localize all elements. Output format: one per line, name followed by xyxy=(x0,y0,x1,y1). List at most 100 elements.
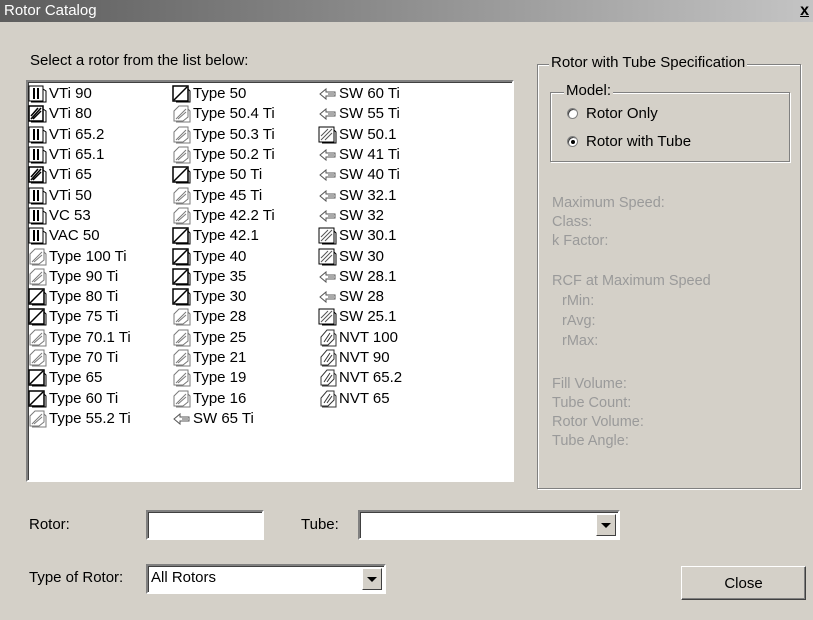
list-item[interactable]: Type 25 xyxy=(172,328,275,348)
list-item[interactable]: VC 53 xyxy=(28,206,131,226)
list-item-label: SW 60 Ti xyxy=(339,85,400,103)
list-item[interactable]: Type 90 Ti xyxy=(28,267,131,287)
list-item[interactable]: Type 16 xyxy=(172,388,275,408)
list-item[interactable]: SW 30 xyxy=(318,246,402,266)
radio-rotor-with-tube[interactable]: Rotor with Tube xyxy=(567,133,691,150)
list-item-label: VTi 65 xyxy=(49,166,92,184)
list-item[interactable]: NVT 90 xyxy=(318,348,402,368)
tube-dropdown-button[interactable] xyxy=(596,514,616,536)
rcf-title: RCF at Maximum Speed xyxy=(552,273,711,289)
rotor-vertical-icon xyxy=(28,227,48,245)
list-item[interactable]: SW 30.1 xyxy=(318,226,402,246)
max-speed-label: Maximum Speed: xyxy=(552,195,665,211)
list-item[interactable]: Type 50.3 Ti xyxy=(172,125,275,145)
chevron-down-icon xyxy=(601,522,611,528)
rotor-fixed-light-icon xyxy=(172,187,192,205)
list-item-label: Type 50 Ti xyxy=(193,166,263,184)
rotor-swing-box-icon xyxy=(318,308,338,326)
list-item[interactable]: VTi 80 xyxy=(28,104,131,124)
list-item[interactable]: VTi 65.2 xyxy=(28,125,131,145)
list-item[interactable]: SW 41 Ti xyxy=(318,145,402,165)
list-item[interactable]: SW 65 Ti xyxy=(172,409,275,429)
rotor-fixed-light-icon xyxy=(172,349,192,367)
list-item[interactable]: Type 50.2 Ti xyxy=(172,145,275,165)
list-item[interactable]: Type 55.2 Ti xyxy=(28,409,131,429)
list-item[interactable]: NVT 65 xyxy=(318,388,402,408)
list-item[interactable]: Type 40 xyxy=(172,246,275,266)
radio-rotor-only-dot xyxy=(567,108,578,119)
rotor-near-vertical-icon xyxy=(318,349,338,367)
type-of-rotor-value: All Rotors xyxy=(151,569,217,586)
close-button[interactable]: Close xyxy=(681,566,806,600)
list-item[interactable]: Type 42.1 xyxy=(172,226,275,246)
list-item[interactable]: Type 65 xyxy=(28,368,131,388)
list-item[interactable]: Type 30 xyxy=(172,287,275,307)
rotor-near-vertical-icon xyxy=(318,329,338,347)
list-item[interactable]: Type 50 Ti xyxy=(172,165,275,185)
list-item-label: Type 70.1 Ti xyxy=(49,328,131,346)
list-item[interactable]: Type 21 xyxy=(172,348,275,368)
list-item[interactable]: SW 50.1 xyxy=(318,125,402,145)
rotor-column-1: VTi 90 VTi 80 VTi 65.2 VTi 65.1 VTi 65 VTi 50… xyxy=(28,84,131,429)
list-item[interactable]: Type 50 xyxy=(172,84,275,104)
list-item[interactable]: SW 25.1 xyxy=(318,307,402,327)
tube-select[interactable] xyxy=(358,510,620,540)
rmax-label: rMax: xyxy=(562,333,599,349)
rotor-swing-icon xyxy=(318,146,338,164)
radio-rotor-only[interactable]: Rotor Only xyxy=(567,105,658,122)
list-item[interactable]: Type 60 Ti xyxy=(28,388,131,408)
list-item[interactable]: NVT 100 xyxy=(318,328,402,348)
list-item[interactable]: VTi 65 xyxy=(28,165,131,185)
close-icon[interactable]: x xyxy=(800,0,809,22)
list-item[interactable]: SW 55 Ti xyxy=(318,104,402,124)
rmin-label: rMin: xyxy=(562,293,595,309)
list-item[interactable]: NVT 65.2 xyxy=(318,368,402,388)
type-dropdown-button[interactable] xyxy=(362,568,382,590)
rotor-swing-icon xyxy=(318,166,338,184)
list-item-label: Type 42.2 Ti xyxy=(193,206,275,224)
rotor-vertical-icon xyxy=(28,126,48,144)
list-item[interactable]: VTi 90 xyxy=(28,84,131,104)
model-group-title: Model: xyxy=(564,82,614,99)
list-item[interactable]: Type 19 xyxy=(172,368,275,388)
list-item-label: VTi 50 xyxy=(49,186,92,204)
rotor-fixed-light-icon xyxy=(28,349,48,367)
list-item[interactable]: Type 45 Ti xyxy=(172,185,275,205)
list-item[interactable]: VTi 50 xyxy=(28,185,131,205)
list-item[interactable]: SW 60 Ti xyxy=(318,84,402,104)
rotor-column-2: Type 50 Type 50.4 Ti Type 50.3 Ti Type 50.2… xyxy=(172,84,275,429)
list-item[interactable]: Type 70 Ti xyxy=(28,348,131,368)
list-item[interactable]: Type 28 xyxy=(172,307,275,327)
list-item[interactable]: VAC 50 xyxy=(28,226,131,246)
ravg-label: rAvg: xyxy=(562,313,596,329)
rotor-vertical-icon xyxy=(28,85,48,103)
list-item[interactable]: Type 35 xyxy=(172,267,275,287)
list-item[interactable]: Type 80 Ti xyxy=(28,287,131,307)
type-of-rotor-select[interactable]: All Rotors xyxy=(146,564,386,594)
list-item[interactable]: VTi 65.1 xyxy=(28,145,131,165)
list-item[interactable]: SW 40 Ti xyxy=(318,165,402,185)
rotor-swing-box-icon xyxy=(318,248,338,266)
rotor-fixed-light-icon xyxy=(28,329,48,347)
list-item-label: NVT 90 xyxy=(339,349,390,366)
list-item-label: Type 60 Ti xyxy=(49,389,119,407)
rotor-fixed-light-icon xyxy=(28,410,48,428)
rotor-input[interactable] xyxy=(146,510,264,540)
list-item-label: SW 32 xyxy=(339,206,385,224)
list-item[interactable]: Type 42.2 Ti xyxy=(172,206,275,226)
list-item[interactable]: Type 100 Ti xyxy=(28,246,131,266)
rotor-fixed-dark-icon xyxy=(172,268,192,286)
list-item[interactable]: Type 75 Ti xyxy=(28,307,131,327)
rotor-vertical-dark-icon xyxy=(28,105,48,123)
fill-volume-label: Fill Volume: xyxy=(552,376,627,392)
list-item[interactable]: SW 28 xyxy=(318,287,402,307)
radio-rotor-with-tube-dot xyxy=(567,136,578,147)
list-item[interactable]: SW 32 xyxy=(318,206,402,226)
rotor-column-3: SW 60 Ti SW 55 Ti SW 50.1 SW 41 Ti SW 40 Ti S… xyxy=(318,84,402,409)
list-item[interactable]: SW 28.1 xyxy=(318,267,402,287)
list-item[interactable]: Type 70.1 Ti xyxy=(28,328,131,348)
rotor-list[interactable]: VTi 90 VTi 80 VTi 65.2 VTi 65.1 VTi 65 VTi 50… xyxy=(26,80,514,482)
list-item[interactable]: Type 50.4 Ti xyxy=(172,104,275,124)
list-item[interactable]: SW 32.1 xyxy=(318,185,402,205)
list-item-label: SW 55 Ti xyxy=(339,105,400,123)
